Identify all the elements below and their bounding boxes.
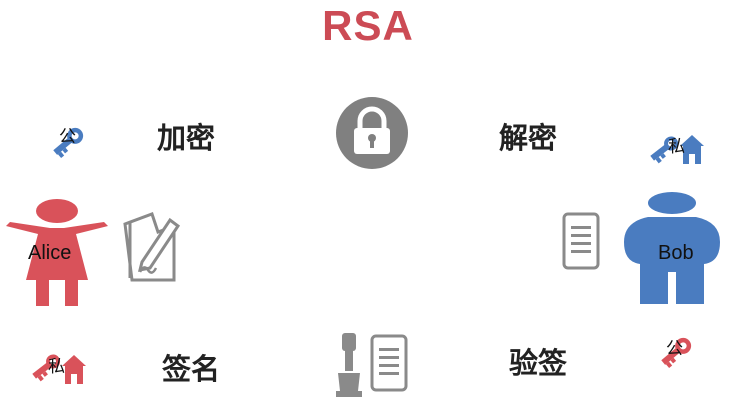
alice-public-key-char: 公 bbox=[59, 127, 76, 147]
bob-name: Bob bbox=[658, 242, 694, 264]
sign-label: 签名 bbox=[162, 352, 221, 386]
signed-document-icon bbox=[370, 334, 408, 392]
alice-private-key: 私 bbox=[30, 342, 88, 388]
pen-paper-icon bbox=[122, 210, 182, 284]
stamp-icon bbox=[334, 333, 364, 399]
decrypt-label: 解密 bbox=[499, 121, 558, 155]
alice-figure: Alice bbox=[4, 198, 110, 308]
verify-label: 验签 bbox=[509, 346, 568, 380]
encrypt-label: 加密 bbox=[157, 121, 216, 155]
alice-public-key: 公 bbox=[46, 120, 92, 162]
bob-public-key: 公 bbox=[654, 330, 700, 372]
bob-private-key: 私 bbox=[648, 124, 706, 168]
diagram-title: RSA bbox=[322, 2, 414, 49]
bob-figure: Bob bbox=[624, 192, 720, 306]
document-icon bbox=[562, 212, 600, 270]
alice-name: Alice bbox=[28, 242, 72, 264]
bob-public-key-char: 公 bbox=[666, 339, 683, 359]
lock-icon bbox=[335, 96, 409, 170]
bob-private-key-char: 私 bbox=[668, 137, 685, 157]
alice-private-key-char: 私 bbox=[48, 357, 65, 377]
